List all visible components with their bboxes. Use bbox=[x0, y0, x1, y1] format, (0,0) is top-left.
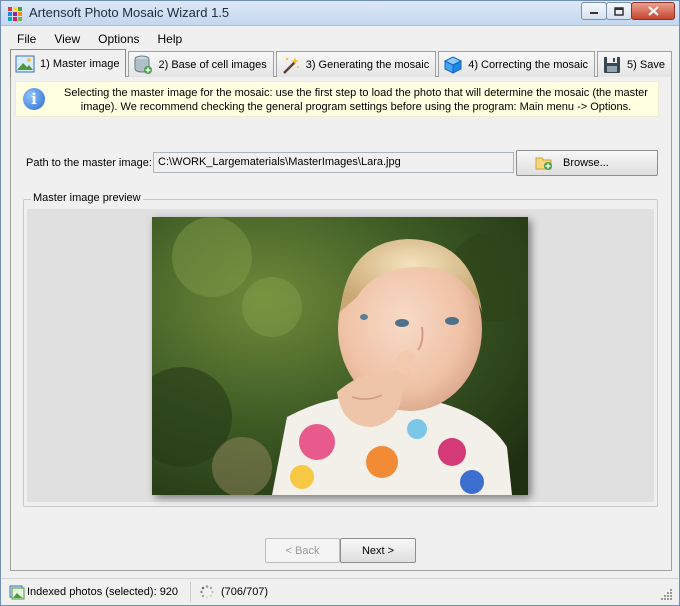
tab-label: 2) Base of cell images bbox=[158, 58, 267, 71]
cube-icon bbox=[443, 55, 463, 75]
tab-label: 3) Generating the mosaic bbox=[305, 58, 430, 71]
close-button[interactable] bbox=[631, 2, 675, 20]
status-separator bbox=[190, 582, 191, 602]
info-text: Selecting the master image for the mosai… bbox=[56, 86, 656, 114]
folder-add-icon bbox=[535, 157, 552, 170]
tab-label: 4) Correcting the mosaic bbox=[468, 58, 589, 71]
database-add-icon bbox=[133, 55, 153, 75]
minimize-icon bbox=[590, 12, 598, 14]
wizard-tabs: 1) Master image 2) Base of cell images 3… bbox=[10, 49, 674, 77]
browse-button[interactable]: Browse... bbox=[516, 150, 658, 176]
tab-master-image[interactable]: 1) Master image bbox=[10, 49, 127, 77]
window-title: Artensoft Photo Mosaic Wizard 1.5 bbox=[29, 5, 230, 20]
master-image-path-field[interactable]: C:\WORK_Largematerials\MasterImages\Lara… bbox=[153, 152, 514, 173]
minimize-button[interactable] bbox=[581, 2, 607, 20]
floppy-disk-icon bbox=[602, 55, 622, 75]
tab-generating[interactable]: 3) Generating the mosaic bbox=[275, 51, 437, 77]
tab-label: 1) Master image bbox=[40, 57, 120, 70]
master-image-preview bbox=[152, 217, 528, 495]
browse-label: Browse... bbox=[563, 157, 609, 169]
back-button[interactable]: < Back bbox=[265, 538, 340, 563]
info-line-2: image). We recommend checking the genera… bbox=[80, 101, 632, 113]
image-icon bbox=[15, 54, 35, 74]
info-line-1: Selecting the master image for the mosai… bbox=[64, 87, 648, 99]
tab-cell-images[interactable]: 2) Base of cell images bbox=[128, 51, 274, 77]
info-icon: i bbox=[23, 88, 45, 110]
indexed-photos-icon bbox=[9, 585, 25, 600]
tab-label: 5) Save bbox=[627, 58, 665, 71]
title-bar[interactable]: Artensoft Photo Mosaic Wizard 1.5 bbox=[1, 1, 679, 26]
menu-view[interactable]: View bbox=[45, 28, 89, 50]
maximize-icon bbox=[614, 6, 624, 16]
menu-options[interactable]: Options bbox=[89, 28, 148, 50]
maximize-button[interactable] bbox=[606, 2, 632, 20]
next-button[interactable]: Next > bbox=[340, 538, 416, 563]
info-hint: i Selecting the master image for the mos… bbox=[15, 81, 659, 117]
indexing-progress: (706/707) bbox=[221, 586, 269, 598]
app-mosaic-icon bbox=[8, 7, 22, 21]
menu-help[interactable]: Help bbox=[149, 28, 192, 50]
next-label: Next > bbox=[361, 544, 395, 557]
preview-legend: Master image preview bbox=[31, 192, 143, 204]
close-icon bbox=[647, 6, 659, 16]
indexed-photos-status: Indexed photos (selected): 920 bbox=[27, 586, 179, 598]
back-label: < Back bbox=[285, 544, 320, 557]
tab-save[interactable]: 5) Save bbox=[597, 51, 672, 77]
menu-bar: File View Options Help bbox=[1, 28, 679, 50]
menu-file[interactable]: File bbox=[7, 28, 45, 50]
tab-correcting[interactable]: 4) Correcting the mosaic bbox=[438, 51, 596, 77]
path-label: Path to the master image: bbox=[26, 157, 152, 169]
main-window: Artensoft Photo Mosaic Wizard 1.5 File V… bbox=[0, 0, 680, 606]
magic-wand-icon bbox=[281, 55, 301, 75]
status-bar: Indexed photos (selected): 920 (706/707) bbox=[1, 578, 679, 605]
resize-grip-icon[interactable] bbox=[661, 588, 673, 600]
loading-spinner-icon bbox=[200, 585, 214, 599]
